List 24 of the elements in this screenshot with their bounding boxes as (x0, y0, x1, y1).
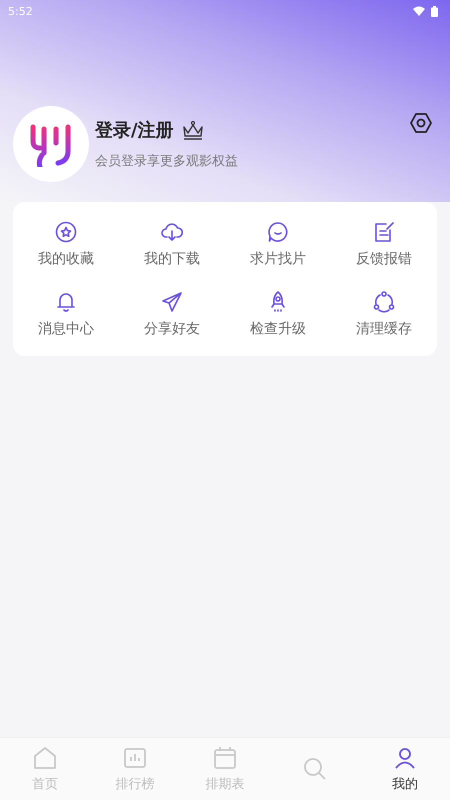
chart-icon (122, 745, 148, 771)
battery-icon (431, 6, 438, 16)
home-icon (32, 745, 58, 771)
feature-button[interactable]: 反馈报错 (331, 212, 437, 282)
edit-note-icon (372, 220, 396, 244)
status-time: 5:52 (8, 4, 33, 18)
wifi-icon (413, 6, 425, 16)
calendar-icon (212, 745, 238, 771)
feature-button[interactable]: 消息中心 (13, 282, 119, 352)
settings-icon[interactable] (410, 112, 432, 134)
search-icon (302, 756, 328, 782)
nav-tab[interactable]: 我的 (360, 738, 450, 800)
member-hint: 会员登录享更多观影权益 (95, 153, 239, 170)
chat-bubble-icon (266, 220, 290, 244)
cycle-icon (372, 290, 396, 314)
feature-button[interactable]: 我的收藏 (13, 212, 119, 282)
feature-button[interactable]: 检查升级 (225, 282, 331, 352)
feature-button[interactable]: 分享好友 (119, 282, 225, 352)
feature-button[interactable]: 求片找片 (225, 212, 331, 282)
paper-plane-icon (160, 290, 184, 314)
feature-button[interactable]: 清理缓存 (331, 282, 437, 352)
feature-button[interactable]: 我的下载 (119, 212, 225, 282)
login-link[interactable]: 登录/注册 (95, 118, 174, 142)
crown-icon (182, 120, 204, 140)
